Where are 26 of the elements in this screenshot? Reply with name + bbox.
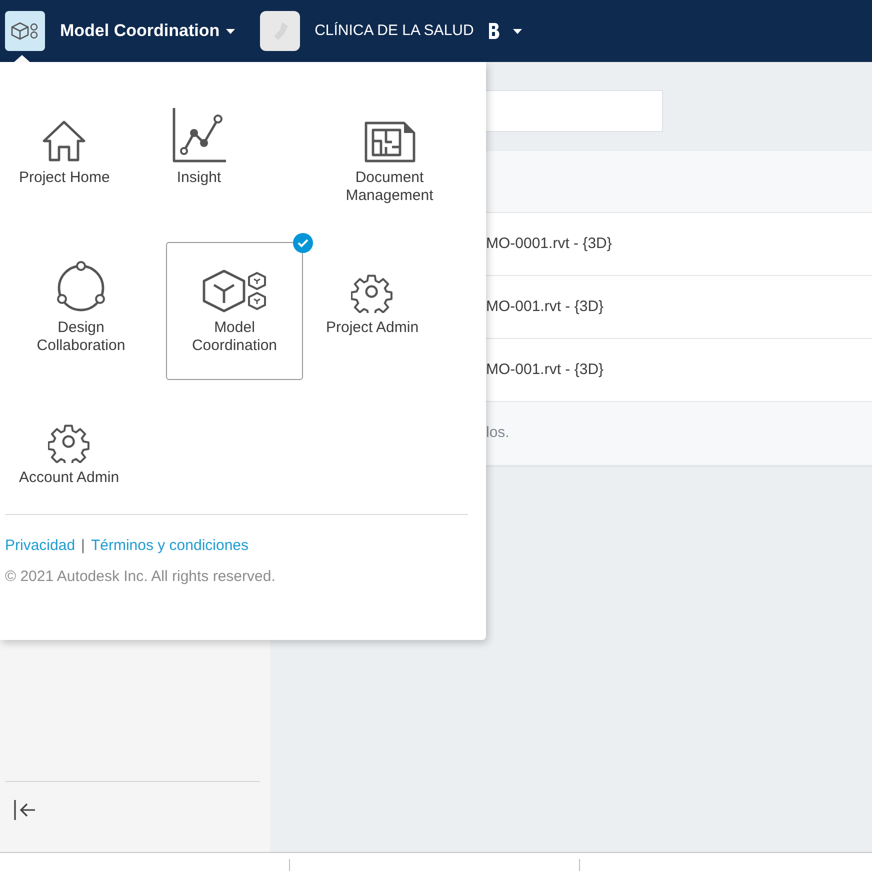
app-tile[interactable]: Project Admin bbox=[321, 242, 424, 380]
cube-icon bbox=[10, 20, 40, 42]
cube-icon bbox=[200, 269, 268, 313]
copyright-text: © 2021 Autodesk Inc. All rights reserved. bbox=[5, 566, 276, 586]
file-name[interactable]: MO-0001.rvt - {3D} bbox=[486, 232, 612, 256]
app-tile[interactable]: Document Management bbox=[321, 92, 458, 230]
app-tile[interactable]: Account Admin bbox=[14, 392, 124, 530]
file-name[interactable]: MO-001.rvt - {3D} bbox=[486, 296, 604, 318]
app-tile[interactable]: Project Home bbox=[14, 92, 115, 230]
app-tile[interactable]: Model Coordination bbox=[166, 242, 303, 380]
floor-plan-icon bbox=[364, 121, 416, 163]
project-name[interactable]: CLÍNICA DE LA SALUD bbox=[314, 20, 474, 42]
app-switcher-button[interactable] bbox=[5, 11, 45, 51]
b-logo-icon bbox=[486, 22, 501, 40]
caret-icon[interactable] bbox=[226, 28, 235, 34]
separator: | bbox=[81, 537, 85, 554]
checkmark-icon bbox=[293, 233, 313, 253]
app-name[interactable]: Model Coordination bbox=[60, 18, 220, 44]
file-name[interactable]: MO-001.rvt - {3D} bbox=[486, 358, 604, 382]
caret-icon[interactable] bbox=[512, 28, 522, 34]
collapse-icon[interactable] bbox=[13, 798, 37, 821]
home-icon bbox=[41, 119, 88, 163]
app-tile[interactable]: Insight bbox=[166, 92, 232, 230]
line-chart-icon bbox=[171, 107, 227, 163]
circle-nodes-icon bbox=[55, 261, 107, 313]
app-tile[interactable]: Design Collaboration bbox=[14, 242, 148, 380]
